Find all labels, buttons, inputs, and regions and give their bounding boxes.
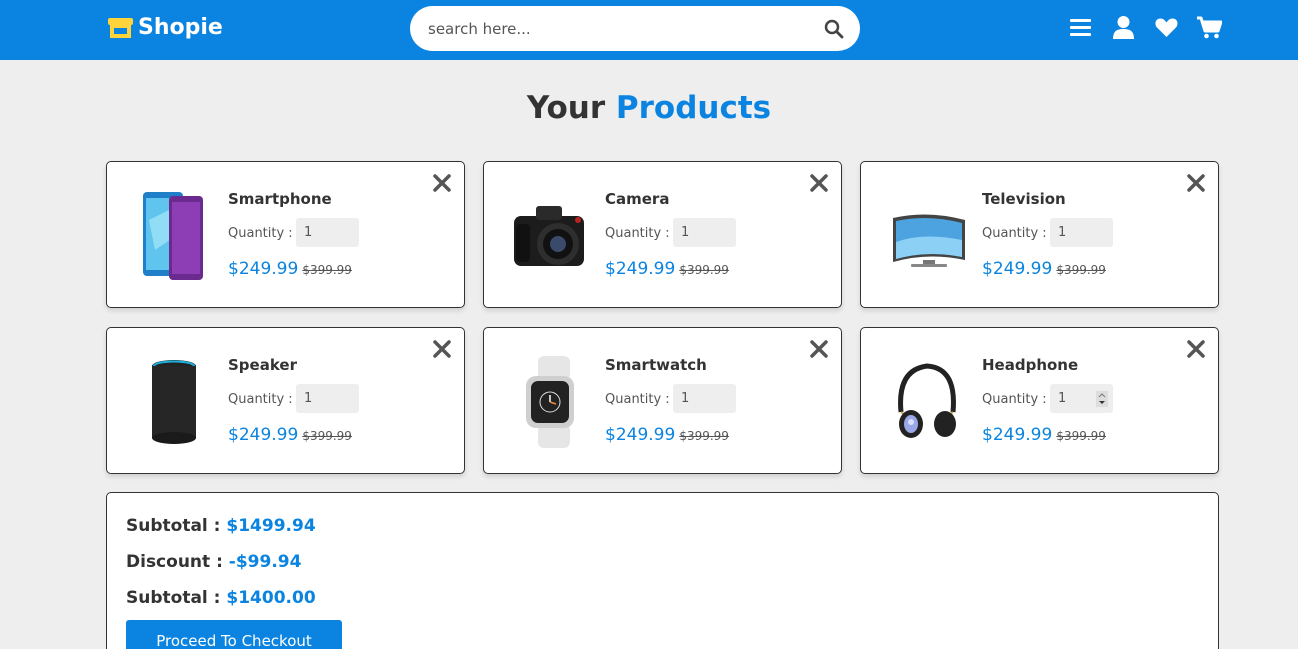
quantity-input[interactable] xyxy=(296,218,359,247)
heart-icon[interactable] xyxy=(1154,14,1179,41)
current-price: $249.99 xyxy=(228,259,299,279)
title-prefix: Your xyxy=(526,90,606,126)
current-price: $249.99 xyxy=(605,259,676,279)
original-price: $399.99 xyxy=(302,429,352,443)
product-name: Television xyxy=(982,190,1066,208)
camera-image xyxy=(514,206,584,266)
quantity-input[interactable] xyxy=(296,384,359,413)
close-icon[interactable] xyxy=(1187,340,1205,358)
product-name: Smartphone xyxy=(228,190,332,208)
current-price: $249.99 xyxy=(605,425,676,445)
order-summary: Subtotal : $1499.94 Discount : -$99.94 S… xyxy=(106,492,1219,649)
product-name: Headphone xyxy=(982,356,1079,374)
checkout-button[interactable]: Proceed To Checkout xyxy=(126,620,342,649)
product-price: $249.99 $399.99 xyxy=(228,425,352,445)
title-accent: Products xyxy=(615,90,772,126)
product-name: Smartwatch xyxy=(605,356,707,374)
quantity-label: Quantity : xyxy=(982,226,1047,241)
current-price: $249.99 xyxy=(982,259,1053,279)
original-price: $399.99 xyxy=(679,429,729,443)
header-bar: Shopie xyxy=(0,0,1298,60)
product-name: Camera xyxy=(605,190,670,208)
product-card-smartwatch: Smartwatch Quantity : $249.99$399.99 xyxy=(483,327,842,474)
product-name: Speaker xyxy=(228,356,297,374)
nav-icons xyxy=(1068,14,1222,41)
quantity-input[interactable] xyxy=(673,218,736,247)
original-price: $399.99 xyxy=(1056,263,1106,277)
product-price: $249.99 $399.99 xyxy=(982,259,1106,279)
current-price: $249.99 xyxy=(982,425,1053,445)
quantity-label: Quantity : xyxy=(605,392,670,407)
quantity-label: Quantity : xyxy=(228,226,293,241)
product-card-smartphone: Smartphone Quantity : $249.99$399.99 xyxy=(106,161,465,308)
product-price: $249.99 $399.99 xyxy=(982,425,1106,445)
quantity-label: Quantity : xyxy=(228,392,293,407)
subtotal-row: Subtotal : $1499.94 xyxy=(126,516,316,536)
headphone-image xyxy=(898,363,956,438)
speaker-image xyxy=(152,360,196,444)
cart-icon[interactable] xyxy=(1197,14,1222,41)
television-image xyxy=(893,214,965,267)
quantity-input[interactable] xyxy=(673,384,736,413)
total-row: Subtotal : $1400.00 xyxy=(126,588,316,608)
original-price: $399.99 xyxy=(302,263,352,277)
discount-value: -$99.94 xyxy=(228,552,302,572)
search-icon[interactable] xyxy=(824,19,844,39)
subtotal-label: Subtotal : xyxy=(126,516,221,536)
total-label: Subtotal : xyxy=(126,588,221,608)
menu-icon[interactable] xyxy=(1068,14,1093,41)
discount-row: Discount : -$99.94 xyxy=(126,552,301,572)
close-icon[interactable] xyxy=(810,174,828,192)
original-price: $399.99 xyxy=(679,263,729,277)
product-price: $249.99 $399.99 xyxy=(605,259,729,279)
search-bar xyxy=(410,6,860,51)
original-price: $399.99 xyxy=(1056,429,1106,443)
shop-icon xyxy=(108,17,133,38)
current-price: $249.99 xyxy=(228,425,299,445)
quantity-spinner-icon[interactable] xyxy=(1096,391,1108,407)
smartphone-image xyxy=(143,192,203,280)
product-card-camera: Camera Quantity : $249.99$399.99 xyxy=(483,161,842,308)
close-icon[interactable] xyxy=(810,340,828,358)
product-card-speaker: Speaker Quantity : $249.99$399.99 xyxy=(106,327,465,474)
smartwatch-image xyxy=(526,356,574,448)
quantity-label: Quantity : xyxy=(605,226,670,241)
search-input[interactable] xyxy=(428,18,808,40)
close-icon[interactable] xyxy=(1187,174,1205,192)
page-title: Your Products xyxy=(0,90,1298,126)
quantity-label: Quantity : xyxy=(982,392,1047,407)
discount-label: Discount : xyxy=(126,552,223,572)
brand-logo[interactable]: Shopie xyxy=(107,15,223,40)
close-icon[interactable] xyxy=(433,174,451,192)
product-price: $249.99 $399.99 xyxy=(228,259,352,279)
subtotal-value: $1499.94 xyxy=(226,516,316,536)
total-value: $1400.00 xyxy=(226,588,316,608)
quantity-input[interactable] xyxy=(1050,218,1113,247)
user-icon[interactable] xyxy=(1111,14,1136,41)
close-icon[interactable] xyxy=(433,340,451,358)
brand-name: Shopie xyxy=(138,15,223,40)
product-card-headphone: Headphone Quantity : $249.99$399.99 xyxy=(860,327,1219,474)
product-card-television: Television Quantity : $249.99$399.99 xyxy=(860,161,1219,308)
product-price: $249.99 $399.99 xyxy=(605,425,729,445)
